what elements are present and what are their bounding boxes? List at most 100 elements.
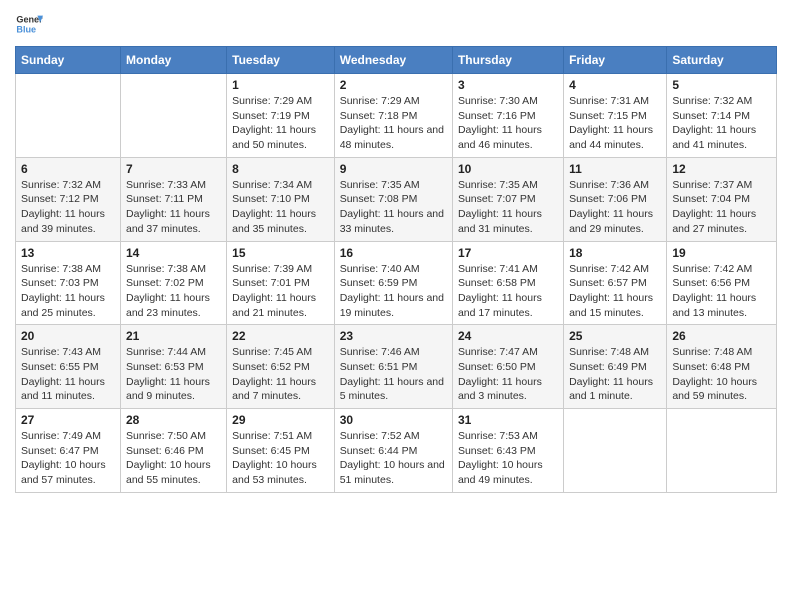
calendar-cell bbox=[667, 409, 777, 493]
calendar-cell: 25 Sunrise: 7:48 AM Sunset: 6:49 PM Dayli… bbox=[564, 325, 667, 409]
day-number: 1 bbox=[232, 78, 329, 92]
day-info: Sunrise: 7:49 AM Sunset: 6:47 PM Dayligh… bbox=[21, 429, 115, 488]
day-of-week-header: Monday bbox=[121, 47, 227, 74]
calendar-cell: 11 Sunrise: 7:36 AM Sunset: 7:06 PM Dayli… bbox=[564, 157, 667, 241]
day-number: 12 bbox=[672, 162, 771, 176]
calendar-cell: 9 Sunrise: 7:35 AM Sunset: 7:08 PM Daylig… bbox=[334, 157, 452, 241]
day-info: Sunrise: 7:40 AM Sunset: 6:59 PM Dayligh… bbox=[340, 262, 447, 321]
logo: General Blue bbox=[15, 10, 43, 38]
calendar-cell: 5Sunrise: 7:32 AM Sunset: 7:14 PM Daylig… bbox=[667, 74, 777, 158]
calendar-cell: 22Sunrise: 7:45 AM Sunset: 6:52 PM Dayli… bbox=[227, 325, 335, 409]
day-info: Sunrise: 7:32 AM Sunset: 7:12 PM Dayligh… bbox=[21, 178, 115, 237]
logo-icon: General Blue bbox=[15, 10, 43, 38]
day-of-week-header: Friday bbox=[564, 47, 667, 74]
calendar-cell: 13 Sunrise: 7:38 AM Sunset: 7:03 PM Dayli… bbox=[16, 241, 121, 325]
day-number: 6 bbox=[21, 162, 115, 176]
day-number: 28 bbox=[126, 413, 221, 427]
calendar-cell: 18 Sunrise: 7:42 AM Sunset: 6:57 PM Dayli… bbox=[564, 241, 667, 325]
calendar-cell: 27 Sunrise: 7:49 AM Sunset: 6:47 PM Dayli… bbox=[16, 409, 121, 493]
day-number: 17 bbox=[458, 246, 558, 260]
day-info: Sunrise: 7:44 AM Sunset: 6:53 PM Dayligh… bbox=[126, 345, 221, 404]
day-number: 21 bbox=[126, 329, 221, 343]
calendar-week-row: 1 Sunrise: 7:29 AM Sunset: 7:19 PM Daylig… bbox=[16, 74, 777, 158]
calendar-cell: 21 Sunrise: 7:44 AM Sunset: 6:53 PM Dayli… bbox=[121, 325, 227, 409]
calendar-cell: 4Sunrise: 7:31 AM Sunset: 7:15 PM Daylig… bbox=[564, 74, 667, 158]
calendar-cell: 7Sunrise: 7:33 AM Sunset: 7:11 PM Daylig… bbox=[121, 157, 227, 241]
calendar-cell bbox=[16, 74, 121, 158]
day-info: Sunrise: 7:36 AM Sunset: 7:06 PM Dayligh… bbox=[569, 178, 661, 237]
day-info: Sunrise: 7:35 AM Sunset: 7:08 PM Dayligh… bbox=[340, 178, 447, 237]
day-number: 25 bbox=[569, 329, 661, 343]
day-number: 8 bbox=[232, 162, 329, 176]
day-number: 22 bbox=[232, 329, 329, 343]
day-number: 27 bbox=[21, 413, 115, 427]
calendar-cell: 6 Sunrise: 7:32 AM Sunset: 7:12 PM Daylig… bbox=[16, 157, 121, 241]
calendar-cell: 12Sunrise: 7:37 AM Sunset: 7:04 PM Dayli… bbox=[667, 157, 777, 241]
day-number: 13 bbox=[21, 246, 115, 260]
day-of-week-header: Wednesday bbox=[334, 47, 452, 74]
calendar-cell: 2 Sunrise: 7:29 AM Sunset: 7:18 PM Daylig… bbox=[334, 74, 452, 158]
calendar-cell: 24 Sunrise: 7:47 AM Sunset: 6:50 PM Dayli… bbox=[452, 325, 563, 409]
page-container: General Blue SundayMondayTuesdayWednesda… bbox=[0, 0, 792, 508]
day-number: 2 bbox=[340, 78, 447, 92]
day-info: Sunrise: 7:53 AM Sunset: 6:43 PM Dayligh… bbox=[458, 429, 558, 488]
header: General Blue bbox=[15, 10, 777, 38]
calendar-cell: 23Sunrise: 7:46 AM Sunset: 6:51 PM Dayli… bbox=[334, 325, 452, 409]
day-info: Sunrise: 7:33 AM Sunset: 7:11 PM Dayligh… bbox=[126, 178, 221, 237]
calendar-week-row: 27 Sunrise: 7:49 AM Sunset: 6:47 PM Dayli… bbox=[16, 409, 777, 493]
day-info: Sunrise: 7:43 AM Sunset: 6:55 PM Dayligh… bbox=[21, 345, 115, 404]
calendar-table: SundayMondayTuesdayWednesdayThursdayFrid… bbox=[15, 46, 777, 493]
calendar-cell: 10 Sunrise: 7:35 AM Sunset: 7:07 PM Dayli… bbox=[452, 157, 563, 241]
day-number: 19 bbox=[672, 246, 771, 260]
calendar-week-row: 20 Sunrise: 7:43 AM Sunset: 6:55 PM Dayli… bbox=[16, 325, 777, 409]
day-info: Sunrise: 7:48 AM Sunset: 6:48 PM Dayligh… bbox=[672, 345, 771, 404]
day-info: Sunrise: 7:35 AM Sunset: 7:07 PM Dayligh… bbox=[458, 178, 558, 237]
calendar-cell: 30 Sunrise: 7:52 AM Sunset: 6:44 PM Dayli… bbox=[334, 409, 452, 493]
day-number: 20 bbox=[21, 329, 115, 343]
day-number: 31 bbox=[458, 413, 558, 427]
calendar-cell: 14Sunrise: 7:38 AM Sunset: 7:02 PM Dayli… bbox=[121, 241, 227, 325]
calendar-cell: 8Sunrise: 7:34 AM Sunset: 7:10 PM Daylig… bbox=[227, 157, 335, 241]
calendar-week-row: 6 Sunrise: 7:32 AM Sunset: 7:12 PM Daylig… bbox=[16, 157, 777, 241]
calendar-cell: 17Sunrise: 7:41 AM Sunset: 6:58 PM Dayli… bbox=[452, 241, 563, 325]
day-number: 9 bbox=[340, 162, 447, 176]
day-info: Sunrise: 7:39 AM Sunset: 7:01 PM Dayligh… bbox=[232, 262, 329, 321]
svg-text:Blue: Blue bbox=[16, 24, 36, 34]
day-number: 11 bbox=[569, 162, 661, 176]
day-info: Sunrise: 7:46 AM Sunset: 6:51 PM Dayligh… bbox=[340, 345, 447, 404]
calendar-cell bbox=[564, 409, 667, 493]
calendar-cell: 19 Sunrise: 7:42 AM Sunset: 6:56 PM Dayli… bbox=[667, 241, 777, 325]
day-info: Sunrise: 7:30 AM Sunset: 7:16 PM Dayligh… bbox=[458, 94, 558, 153]
day-info: Sunrise: 7:29 AM Sunset: 7:18 PM Dayligh… bbox=[340, 94, 447, 153]
calendar-cell: 20 Sunrise: 7:43 AM Sunset: 6:55 PM Dayli… bbox=[16, 325, 121, 409]
day-info: Sunrise: 7:47 AM Sunset: 6:50 PM Dayligh… bbox=[458, 345, 558, 404]
calendar-cell: 29Sunrise: 7:51 AM Sunset: 6:45 PM Dayli… bbox=[227, 409, 335, 493]
day-info: Sunrise: 7:29 AM Sunset: 7:19 PM Dayligh… bbox=[232, 94, 329, 153]
day-number: 4 bbox=[569, 78, 661, 92]
day-info: Sunrise: 7:50 AM Sunset: 6:46 PM Dayligh… bbox=[126, 429, 221, 488]
calendar-cell: 1 Sunrise: 7:29 AM Sunset: 7:19 PM Daylig… bbox=[227, 74, 335, 158]
calendar-cell: 15Sunrise: 7:39 AM Sunset: 7:01 PM Dayli… bbox=[227, 241, 335, 325]
day-number: 24 bbox=[458, 329, 558, 343]
day-number: 10 bbox=[458, 162, 558, 176]
day-info: Sunrise: 7:52 AM Sunset: 6:44 PM Dayligh… bbox=[340, 429, 447, 488]
calendar-cell bbox=[121, 74, 227, 158]
day-of-week-header: Thursday bbox=[452, 47, 563, 74]
day-of-week-header: Saturday bbox=[667, 47, 777, 74]
calendar-cell: 16Sunrise: 7:40 AM Sunset: 6:59 PM Dayli… bbox=[334, 241, 452, 325]
day-info: Sunrise: 7:42 AM Sunset: 6:57 PM Dayligh… bbox=[569, 262, 661, 321]
day-number: 29 bbox=[232, 413, 329, 427]
day-info: Sunrise: 7:38 AM Sunset: 7:02 PM Dayligh… bbox=[126, 262, 221, 321]
calendar-cell: 31 Sunrise: 7:53 AM Sunset: 6:43 PM Dayli… bbox=[452, 409, 563, 493]
day-number: 30 bbox=[340, 413, 447, 427]
day-number: 5 bbox=[672, 78, 771, 92]
calendar-cell: 28 Sunrise: 7:50 AM Sunset: 6:46 PM Dayli… bbox=[121, 409, 227, 493]
calendar-week-row: 13 Sunrise: 7:38 AM Sunset: 7:03 PM Dayli… bbox=[16, 241, 777, 325]
calendar-cell: 26 Sunrise: 7:48 AM Sunset: 6:48 PM Dayli… bbox=[667, 325, 777, 409]
day-info: Sunrise: 7:48 AM Sunset: 6:49 PM Dayligh… bbox=[569, 345, 661, 404]
day-info: Sunrise: 7:38 AM Sunset: 7:03 PM Dayligh… bbox=[21, 262, 115, 321]
calendar-cell: 3Sunrise: 7:30 AM Sunset: 7:16 PM Daylig… bbox=[452, 74, 563, 158]
day-info: Sunrise: 7:42 AM Sunset: 6:56 PM Dayligh… bbox=[672, 262, 771, 321]
day-number: 26 bbox=[672, 329, 771, 343]
day-number: 18 bbox=[569, 246, 661, 260]
